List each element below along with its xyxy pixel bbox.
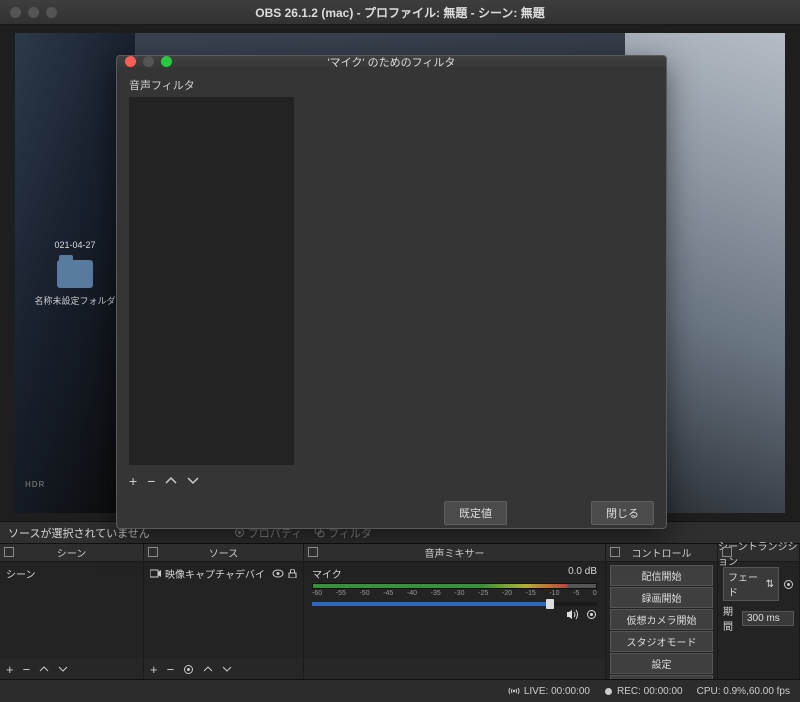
remove-source-button[interactable]: − bbox=[167, 662, 175, 677]
filters-dialog: 'マイク' のためのフィルタ 音声フィルタ + − 既定値 閉じる bbox=[116, 55, 667, 529]
exit-button[interactable]: 終了 bbox=[610, 675, 713, 679]
audio-filter-label: 音声フィルタ bbox=[129, 77, 654, 93]
add-source-button[interactable]: + bbox=[150, 662, 158, 677]
panel-title: シーン bbox=[57, 545, 87, 560]
lock-icon[interactable] bbox=[288, 569, 297, 578]
panel-title: ソース bbox=[209, 545, 239, 560]
popout-icon[interactable] bbox=[722, 547, 732, 557]
popout-icon[interactable] bbox=[610, 547, 620, 557]
scene-item[interactable]: シーン bbox=[4, 564, 139, 583]
panel-title: 音声ミキサー bbox=[425, 545, 485, 560]
mixer-track: マイク 0.0 dB -60-55-50-45-40-35-30-25-20-1… bbox=[308, 564, 601, 622]
live-status: LIVE: 00:00:00 bbox=[508, 686, 590, 697]
volume-slider[interactable] bbox=[312, 602, 597, 606]
window-title: OBS 26.1.2 (mac) - プロファイル: 無題 - シーン: 無題 bbox=[0, 4, 800, 21]
move-up-button[interactable] bbox=[165, 476, 177, 486]
chevron-updown-icon: ⇅ bbox=[766, 579, 774, 590]
track-db: 0.0 dB bbox=[568, 566, 597, 581]
move-down-button[interactable] bbox=[187, 476, 199, 486]
camera-icon bbox=[150, 569, 161, 578]
cpu-status: CPU: 0.9%,60.00 fps bbox=[697, 686, 790, 697]
scenes-panel: シーン シーン + − bbox=[0, 544, 144, 679]
broadcast-icon bbox=[508, 686, 520, 696]
transition-select[interactable]: フェード ⇅ bbox=[723, 567, 779, 601]
gear-icon bbox=[783, 579, 794, 590]
popout-icon[interactable] bbox=[308, 547, 318, 557]
rec-status: REC: 00:00:00 bbox=[604, 686, 683, 697]
record-icon bbox=[604, 687, 613, 696]
remove-scene-button[interactable]: − bbox=[23, 662, 31, 677]
duration-input[interactable] bbox=[742, 611, 794, 626]
start-record-button[interactable]: 録画開始 bbox=[610, 587, 713, 608]
gear-icon bbox=[183, 664, 194, 675]
preview-date: 021-04-27 bbox=[54, 240, 95, 250]
controls-panel: コントロール 配信開始 録画開始 仮想カメラ開始 スタジオモード 設定 終了 bbox=[606, 544, 718, 679]
add-scene-button[interactable]: + bbox=[6, 662, 14, 677]
remove-filter-button[interactable]: − bbox=[147, 473, 155, 489]
start-stream-button[interactable]: 配信開始 bbox=[610, 565, 713, 586]
filter-list[interactable] bbox=[129, 97, 294, 465]
source-down-button[interactable] bbox=[222, 665, 232, 673]
transition-settings-button[interactable] bbox=[783, 579, 794, 590]
dialog-title: 'マイク' のためのフィルタ bbox=[117, 54, 666, 70]
track-name: マイク bbox=[312, 566, 342, 581]
preview-folder-label: 名称未設定フォルダ bbox=[34, 294, 115, 307]
popout-icon[interactable] bbox=[148, 547, 158, 557]
source-up-button[interactable] bbox=[203, 665, 213, 673]
popout-icon[interactable] bbox=[4, 547, 14, 557]
eye-icon[interactable] bbox=[272, 569, 284, 578]
folder-icon bbox=[57, 260, 93, 288]
mixer-panel: 音声ミキサー マイク 0.0 dB -60-55-50-45-40-35-30-… bbox=[304, 544, 606, 679]
transitions-panel: シーントランジション フェード ⇅ 期間 bbox=[718, 544, 800, 679]
duration-label: 期間 bbox=[723, 603, 738, 633]
scene-up-button[interactable] bbox=[39, 665, 49, 673]
speaker-icon[interactable] bbox=[566, 609, 580, 620]
studio-mode-button[interactable]: スタジオモード bbox=[610, 631, 713, 652]
source-item[interactable]: 映像キャプチャデバイ bbox=[148, 564, 299, 583]
start-virtualcam-button[interactable]: 仮想カメラ開始 bbox=[610, 609, 713, 630]
source-settings-button[interactable] bbox=[183, 664, 194, 675]
scene-down-button[interactable] bbox=[58, 665, 68, 673]
sources-panel: ソース 映像キャプチャデバイ + − bbox=[144, 544, 304, 679]
source-name: 映像キャプチャデバイ bbox=[165, 566, 265, 581]
status-bar: LIVE: 00:00:00 REC: 00:00:00 CPU: 0.9%,6… bbox=[0, 679, 800, 702]
defaults-button[interactable]: 既定値 bbox=[444, 501, 507, 525]
settings-button[interactable]: 設定 bbox=[610, 653, 713, 674]
dock-panels: シーン シーン + − ソース 映像キャプチャデバイ + − 音声ミキサ bbox=[0, 543, 800, 679]
main-titlebar: OBS 26.1.2 (mac) - プロファイル: 無題 - シーン: 無題 bbox=[0, 0, 800, 25]
close-button[interactable]: 閉じる bbox=[591, 501, 654, 525]
dialog-titlebar[interactable]: 'マイク' のためのフィルタ bbox=[117, 56, 666, 67]
meter-ticks: -60-55-50-45-40-35-30-25-20-15-10-50 bbox=[312, 590, 597, 598]
panel-title: コントロール bbox=[632, 545, 692, 560]
vu-meter bbox=[312, 583, 597, 589]
track-settings-button[interactable] bbox=[586, 609, 597, 620]
add-filter-button[interactable]: + bbox=[129, 473, 137, 489]
gear-icon bbox=[586, 609, 597, 620]
